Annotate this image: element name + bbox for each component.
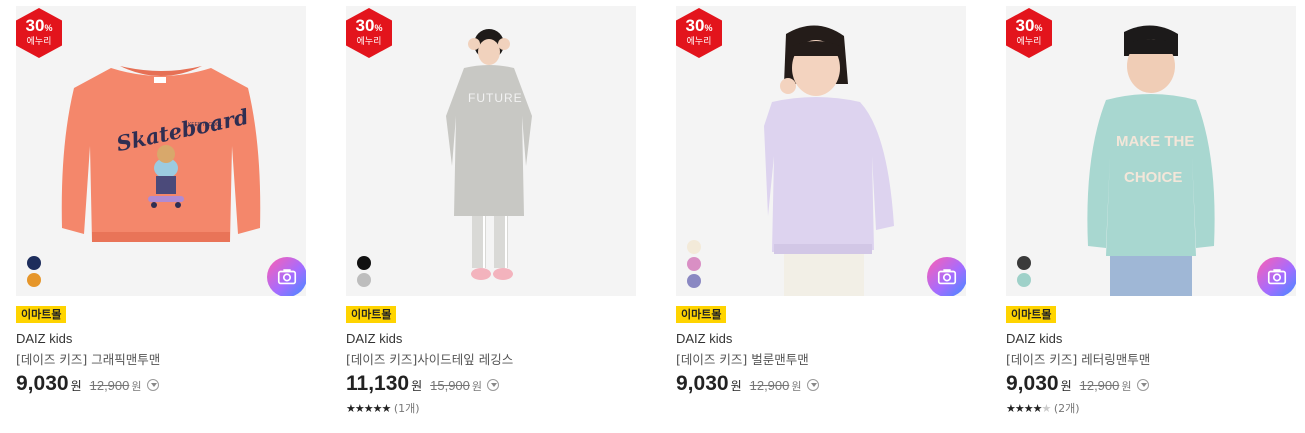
product-card[interactable]: Skateboard KEEP IT COOL 30% 에누리 이마트몰 DAI… xyxy=(16,6,306,426)
color-swatch[interactable] xyxy=(1017,256,1031,270)
star-icon: ★★★★★ xyxy=(1006,402,1051,415)
photo-review-button[interactable] xyxy=(927,257,966,296)
product-image[interactable]: MAKE THE CHOICE 30% 에누리 xyxy=(1006,6,1296,296)
color-swatch[interactable] xyxy=(687,274,701,288)
chevron-down-circle-icon[interactable] xyxy=(487,379,500,391)
color-swatches xyxy=(1017,256,1031,290)
color-swatches xyxy=(687,240,701,291)
product-name[interactable]: [데이즈 키즈] 그래픽맨투맨 xyxy=(16,349,160,368)
original-price: 12,900 xyxy=(89,378,130,393)
mall-tag: 이마트몰 xyxy=(676,306,727,323)
price-row: 9,030 원 12,900 원 xyxy=(676,372,819,396)
discount-percent: 30 xyxy=(685,16,705,35)
original-price: 12,900 xyxy=(1079,378,1120,393)
product-image[interactable]: Skateboard KEEP IT COOL 30% 에누리 xyxy=(16,6,306,296)
mall-tag: 이마트몰 xyxy=(346,306,397,323)
brand-name[interactable]: DAIZ kids xyxy=(346,331,402,346)
color-swatch[interactable] xyxy=(687,257,701,271)
print-text: FUTURE xyxy=(468,91,523,105)
price-row: 9,030 원 12,900 원 xyxy=(16,372,159,396)
camera-icon xyxy=(937,269,957,285)
chevron-down-circle-icon[interactable] xyxy=(806,379,819,391)
chevron-down-circle-icon[interactable] xyxy=(146,379,159,391)
product-card[interactable]: MAKE THE CHOICE 30% 에누리 이마트몰 DAIZ kids [… xyxy=(1006,6,1296,426)
color-swatch[interactable] xyxy=(687,240,701,254)
discount-percent: 30 xyxy=(25,16,45,35)
brand-name[interactable]: DAIZ kids xyxy=(16,331,72,346)
product-name[interactable]: [데이즈 키즈] 레터링맨투맨 xyxy=(1006,349,1150,368)
discount-percent-unit: % xyxy=(704,23,713,33)
product-name[interactable]: [데이즈 키즈]사이드테잎 레깅스 xyxy=(346,349,513,368)
original-price-unit: 원 xyxy=(471,380,483,393)
photo-review-button[interactable] xyxy=(1257,257,1296,296)
discount-percent: 30 xyxy=(355,16,375,35)
sale-price: 9,030 xyxy=(676,372,729,395)
discount-label: 에누리 xyxy=(26,37,52,47)
chevron-down-circle-icon[interactable] xyxy=(1136,379,1149,391)
rating: ★★★★★ (2개) xyxy=(1006,400,1080,416)
original-price-unit: 원 xyxy=(1121,380,1132,393)
print-subtext: CHOICE xyxy=(1124,169,1182,186)
print-subtext: KEEP IT COOL xyxy=(188,122,223,128)
product-image[interactable]: 30% 에누리 xyxy=(676,6,966,296)
sale-price: 9,030 xyxy=(1006,372,1059,395)
brand-name[interactable]: DAIZ kids xyxy=(676,331,732,346)
mall-tag: 이마트몰 xyxy=(16,306,67,323)
color-swatches xyxy=(27,256,41,290)
color-swatch[interactable] xyxy=(357,256,371,270)
color-swatches xyxy=(357,256,371,290)
original-price-unit: 원 xyxy=(131,380,142,393)
price-unit: 원 xyxy=(1060,379,1072,393)
discount-percent-unit: % xyxy=(374,23,383,33)
price-unit: 원 xyxy=(411,379,423,393)
leggings-dress-illustration: FUTURE xyxy=(446,29,532,280)
price-row: 11,130 원 15,900 원 xyxy=(346,372,500,396)
star-icon: ★★★★★ xyxy=(346,402,391,415)
product-card[interactable]: 30% 에누리 이마트몰 DAIZ kids [데이즈 키즈] 벌룬맨투맨 9,… xyxy=(676,6,966,426)
price-row: 9,030 원 12,900 원 xyxy=(1006,372,1149,396)
rating: ★★★★★ (1개) xyxy=(346,400,420,416)
color-swatch[interactable] xyxy=(1017,273,1031,287)
original-price: 15,900 xyxy=(430,378,470,393)
review-count[interactable]: (2개) xyxy=(1054,402,1080,415)
sale-price: 11,130 xyxy=(346,372,410,395)
color-swatch[interactable] xyxy=(27,273,41,287)
original-price-unit: 원 xyxy=(791,380,802,393)
color-swatch[interactable] xyxy=(27,256,41,270)
brand-name[interactable]: DAIZ kids xyxy=(1006,331,1062,346)
discount-label: 에누리 xyxy=(356,37,382,47)
camera-icon xyxy=(277,269,297,285)
price-unit: 원 xyxy=(70,379,82,393)
discount-label: 에누리 xyxy=(686,37,712,47)
product-card[interactable]: FUTURE 30% 에누리 이마트몰 DAIZ kids [데이즈 키즈]사이… xyxy=(346,6,636,426)
original-price: 12,900 xyxy=(749,378,790,393)
sale-price: 9,030 xyxy=(16,372,69,395)
product-image[interactable]: FUTURE 30% 에누리 xyxy=(346,6,636,296)
discount-percent-unit: % xyxy=(1034,23,1043,33)
sweatshirt-illustration: Skateboard KEEP IT COOL xyxy=(61,66,261,242)
print-text: MAKE THE xyxy=(1116,133,1194,150)
color-swatch[interactable] xyxy=(357,273,371,287)
camera-icon xyxy=(1267,269,1287,285)
discount-percent: 30 xyxy=(1015,16,1035,35)
product-grid: Skateboard KEEP IT COOL 30% 에누리 이마트몰 DAI… xyxy=(16,6,1296,426)
mall-tag: 이마트몰 xyxy=(1006,306,1057,323)
discount-label: 에누리 xyxy=(1016,37,1042,47)
review-count[interactable]: (1개) xyxy=(394,402,420,415)
price-unit: 원 xyxy=(730,379,742,393)
product-name[interactable]: [데이즈 키즈] 벌룬맨투맨 xyxy=(676,349,809,368)
photo-review-button[interactable] xyxy=(267,257,306,296)
lettering-sweatshirt-illustration: MAKE THE CHOICE xyxy=(1087,25,1215,296)
balloon-sweatshirt-illustration xyxy=(764,25,894,296)
discount-percent-unit: % xyxy=(44,23,53,33)
